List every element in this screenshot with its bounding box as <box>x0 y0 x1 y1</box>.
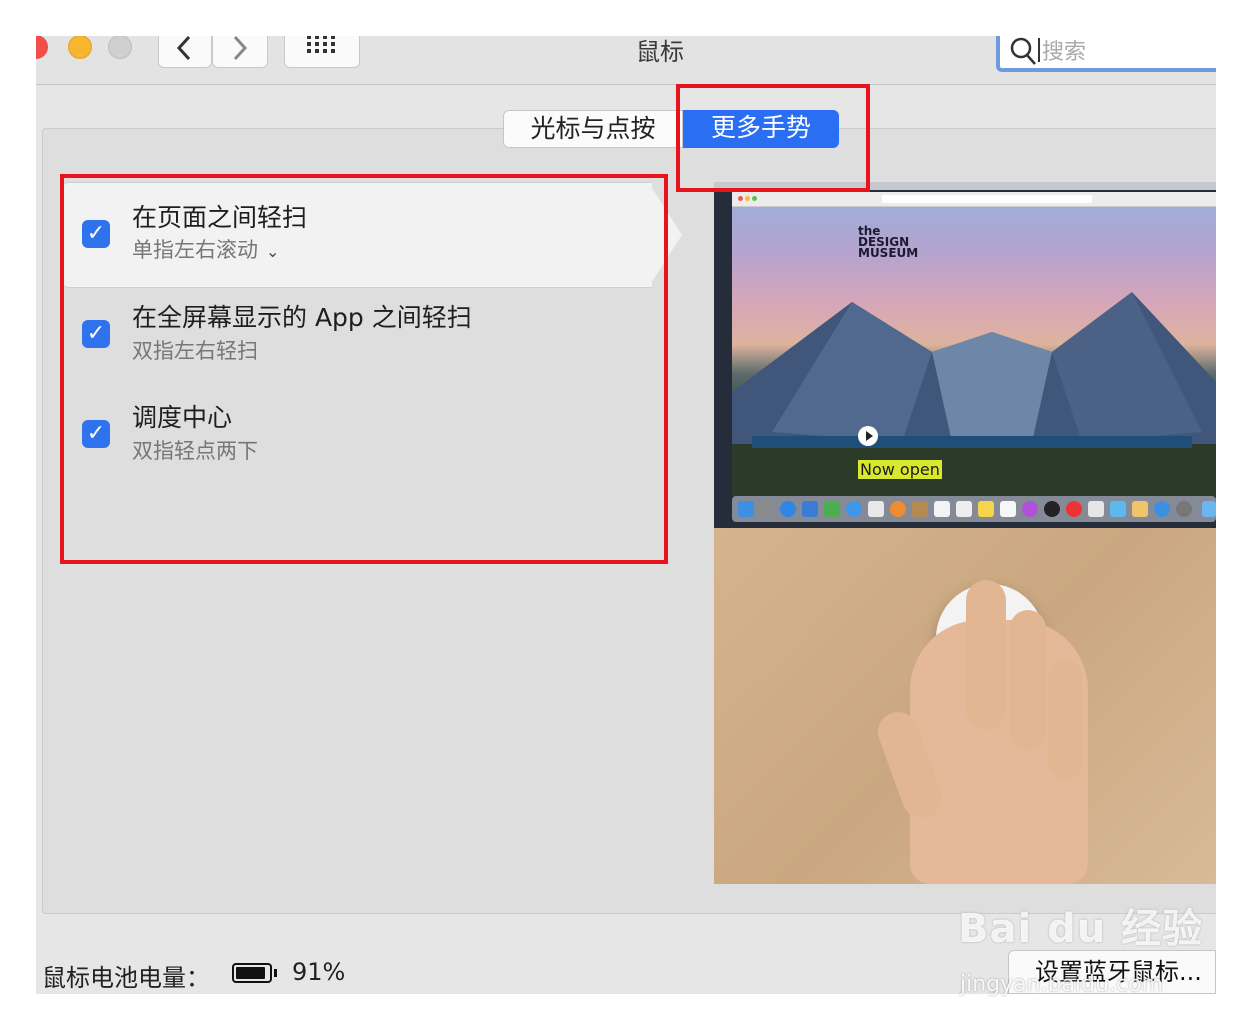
battery-label: 鼠标电池电量： <box>42 964 210 992</box>
desk-surface-image <box>714 528 1216 884</box>
tab-point-and-click[interactable]: 光标与点按 <box>503 110 683 148</box>
banner-text: Now open <box>858 460 942 479</box>
baidu-watermark: Bai du 经验 <box>958 906 1204 952</box>
highlight-box-gestures <box>60 174 668 564</box>
battery-percent: 91% <box>292 958 346 986</box>
dock-app-icons <box>738 501 1216 517</box>
zoom-window-button[interactable] <box>108 36 132 59</box>
gesture-preview-video: the DESIGN MUSEUM Now open <box>714 182 1216 884</box>
minimize-window-button[interactable] <box>68 36 92 59</box>
chevron-left-icon <box>176 36 191 61</box>
hand-image <box>872 580 1088 884</box>
window-title: 鼠标 <box>636 38 684 66</box>
battery-terminal <box>274 969 277 977</box>
text-cursor <box>1038 38 1040 62</box>
design-museum-logo: the DESIGN MUSEUM <box>858 224 919 260</box>
highlight-box-tab <box>676 84 870 192</box>
search-field[interactable]: 搜索 <box>996 36 1216 72</box>
preview-dock <box>732 496 1216 522</box>
search-icon <box>1010 37 1036 65</box>
title-bar: 鼠标 搜索 <box>36 36 1216 85</box>
chevron-right-icon <box>233 36 248 61</box>
back-button[interactable] <box>158 36 212 68</box>
baidu-watermark-url: jingyan.baidu.com <box>960 972 1164 997</box>
museum-building-image <box>732 292 1216 496</box>
forward-button[interactable] <box>212 36 268 68</box>
battery-icon <box>232 963 272 983</box>
grid-icon <box>307 36 335 53</box>
close-window-button[interactable] <box>36 36 48 59</box>
battery-fill <box>236 967 265 979</box>
search-placeholder: 搜索 <box>1042 40 1087 65</box>
preview-screen: the DESIGN MUSEUM Now open <box>714 182 1216 528</box>
show-all-button[interactable] <box>284 36 360 68</box>
play-icon <box>858 426 878 446</box>
preview-browser: the DESIGN MUSEUM Now open <box>732 192 1216 496</box>
